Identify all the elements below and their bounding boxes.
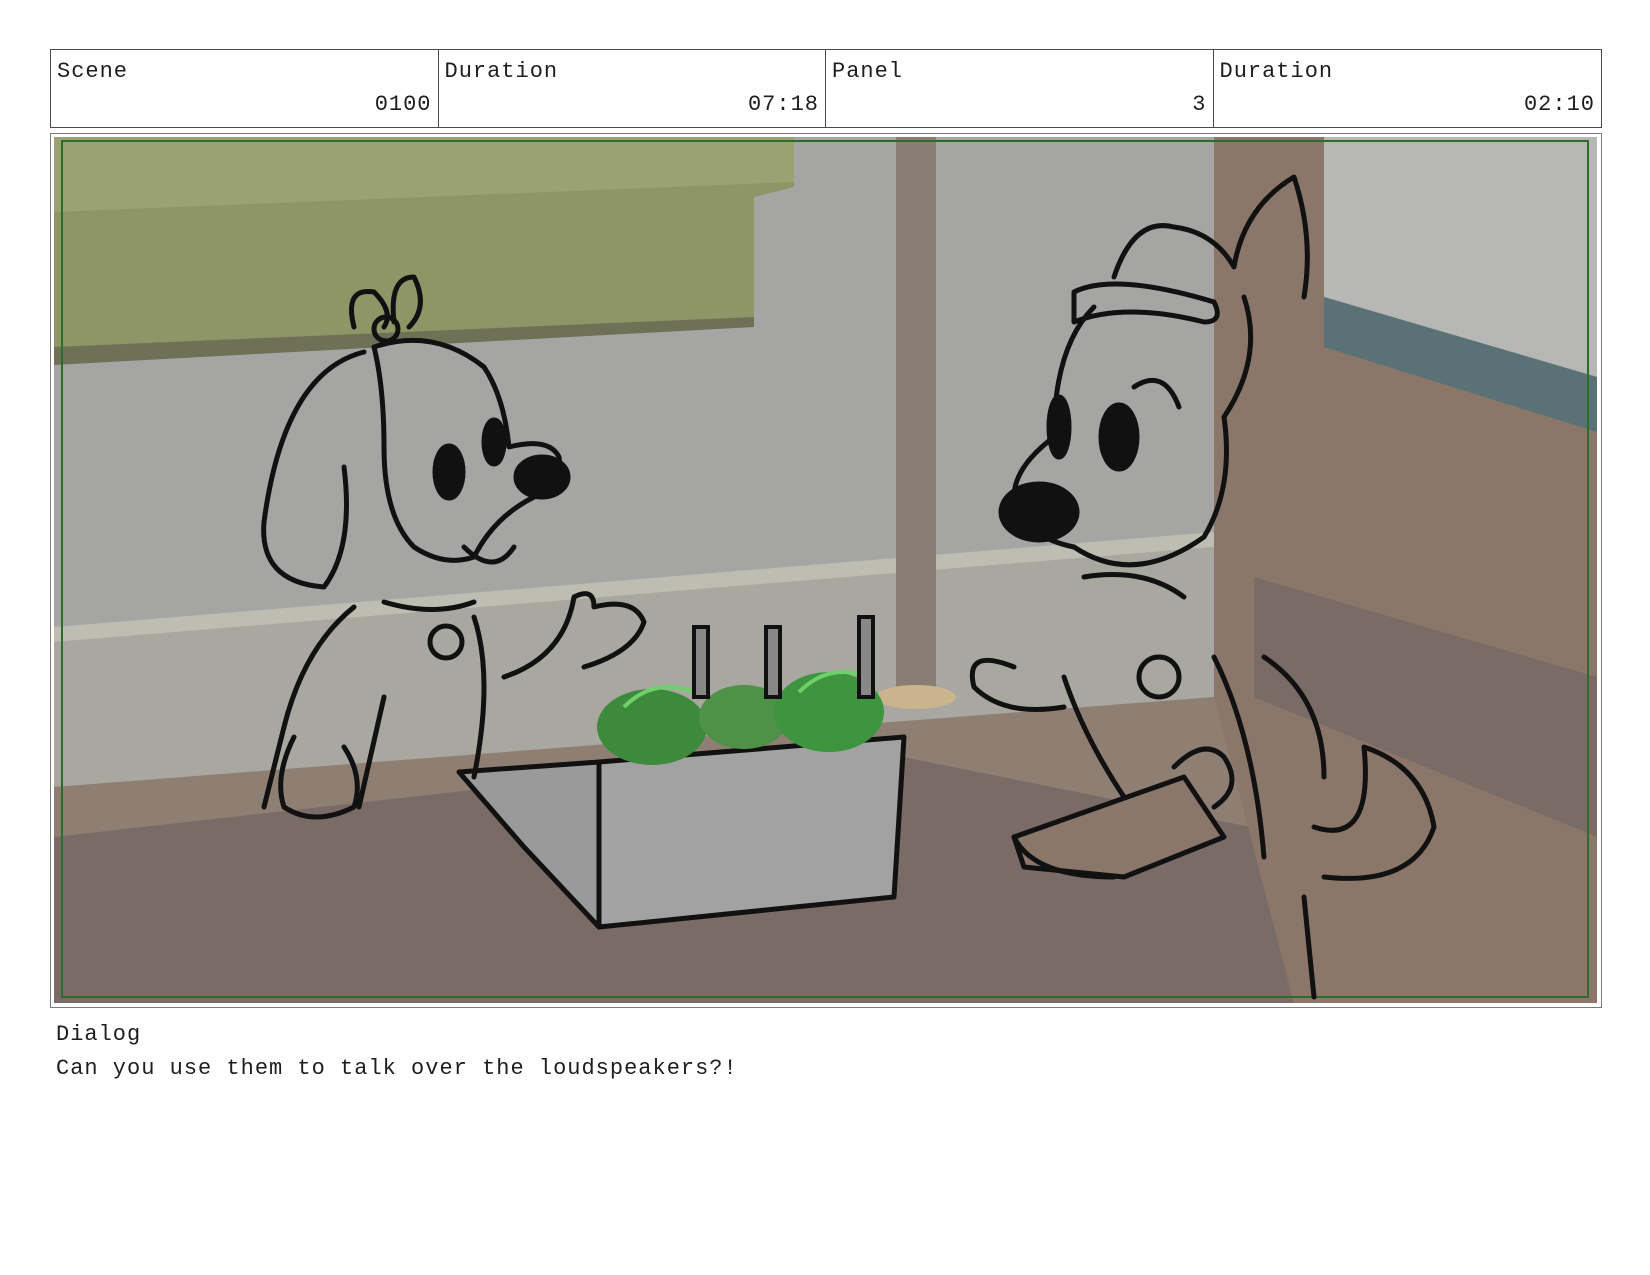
dialog-label: Dialog [56, 1022, 142, 1047]
scene-label: Scene [57, 59, 129, 84]
scene-value: 0100 [374, 92, 432, 117]
panel-cell: Panel 3 [826, 50, 1214, 127]
scene-cell: Scene 0100 [51, 50, 439, 127]
panel-label: Panel [832, 59, 904, 84]
scene-duration-value: 07:18 [747, 92, 819, 117]
panel-duration-cell: Duration 02:10 [1214, 50, 1602, 127]
panel-header-table: Scene 0100 Duration 07:18 Panel 3 Durati… [50, 49, 1602, 128]
scene-duration-cell: Duration 07:18 [439, 50, 826, 127]
dialog-text: Can you use them to talk over the loudsp… [56, 1056, 738, 1081]
panel-duration-label: Duration [1219, 59, 1334, 84]
storyboard-frame [50, 133, 1602, 1008]
panel-duration-value: 02:10 [1523, 92, 1595, 117]
panel-value: 3 [1192, 92, 1207, 117]
storyboard-image [54, 137, 1597, 1003]
scene-duration-label: Duration [444, 59, 559, 84]
